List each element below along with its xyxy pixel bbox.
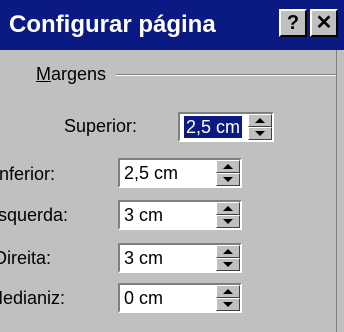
page-setup-dialog: Configurar página ? ✕ Margens Superior: …	[0, 0, 344, 332]
margins-group-label: Margens	[36, 64, 107, 84]
dialog-title: Configurar página	[9, 11, 216, 38]
left-margin-arrows[interactable]	[216, 202, 240, 228]
close-icon: ✕	[315, 12, 333, 34]
left-margin-stepper[interactable]: 3 cm	[118, 200, 242, 230]
margins-group-line	[116, 74, 342, 76]
top-margin-label: Superior:	[64, 116, 138, 136]
gutter-value[interactable]: 0 cm	[124, 287, 163, 309]
close-button[interactable]: ✕	[310, 9, 338, 37]
top-margin-value[interactable]: 2,5 cm	[184, 116, 243, 138]
spin-up-icon[interactable]	[216, 245, 240, 258]
bottom-margin-stepper[interactable]: 2,5 cm	[118, 158, 242, 188]
spin-down-icon[interactable]	[216, 298, 240, 311]
right-margin-stepper[interactable]: 3 cm	[118, 243, 242, 273]
top-margin-stepper[interactable]: 2,5 cm	[178, 112, 274, 142]
gutter-stepper[interactable]: 0 cm	[118, 283, 242, 313]
spin-down-icon[interactable]	[216, 173, 240, 186]
dialog-right-edge	[336, 50, 344, 332]
gutter-arrows[interactable]	[216, 285, 240, 311]
spin-up-icon[interactable]	[216, 202, 240, 215]
spin-down-icon[interactable]	[248, 127, 272, 140]
title-bar[interactable]: Configurar página ? ✕	[0, 0, 344, 50]
spin-up-icon[interactable]	[248, 114, 272, 127]
right-margin-label: Direita:	[0, 248, 52, 268]
bottom-margin-arrows[interactable]	[216, 160, 240, 186]
right-margin-value[interactable]: 3 cm	[124, 247, 163, 269]
left-margin-value[interactable]: 3 cm	[124, 204, 163, 226]
top-margin-arrows[interactable]	[248, 114, 272, 140]
left-margin-label: Esquerda:	[0, 205, 69, 225]
right-margin-arrows[interactable]	[216, 245, 240, 271]
help-icon: ?	[286, 12, 300, 34]
bottom-margin-value[interactable]: 2,5 cm	[124, 162, 178, 184]
help-button[interactable]: ?	[279, 9, 307, 37]
spin-down-icon[interactable]	[216, 215, 240, 228]
spin-up-icon[interactable]	[216, 285, 240, 298]
bottom-margin-label: Inferior:	[0, 164, 56, 184]
spin-down-icon[interactable]	[216, 258, 240, 271]
gutter-label: Medianiz:	[0, 288, 66, 308]
spin-up-icon[interactable]	[216, 160, 240, 173]
